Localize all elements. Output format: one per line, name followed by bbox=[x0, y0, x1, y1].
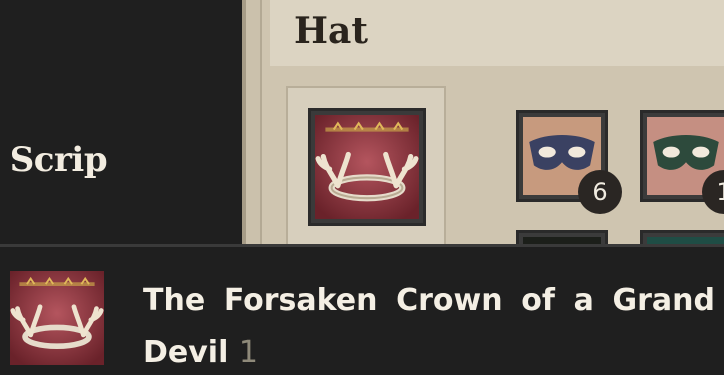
left-panel: l Scrip bbox=[0, 0, 242, 250]
selected-item-frame[interactable] bbox=[308, 108, 426, 226]
scrip-label: l Scrip bbox=[0, 140, 108, 180]
footer-item-icon bbox=[10, 271, 104, 365]
category-title: Hat bbox=[294, 10, 368, 52]
category-header: Hat bbox=[270, 0, 724, 66]
selected-item-slot[interactable] bbox=[286, 86, 446, 246]
item-detail-footer: The Forsaken Crown of a Grand Devil 1 bbox=[0, 244, 724, 375]
item-panel: Hat 6 bbox=[242, 0, 724, 250]
item-name: The Forsaken Crown of a Grand Devil 1 bbox=[143, 275, 715, 375]
quantity-badge: 6 bbox=[578, 170, 622, 214]
item-name-text: The Forsaken Crown of a Grand Devil bbox=[143, 283, 715, 370]
crown-antler-icon bbox=[315, 115, 419, 219]
item-count: 1 bbox=[238, 335, 258, 370]
crown-antler-icon bbox=[10, 271, 104, 365]
